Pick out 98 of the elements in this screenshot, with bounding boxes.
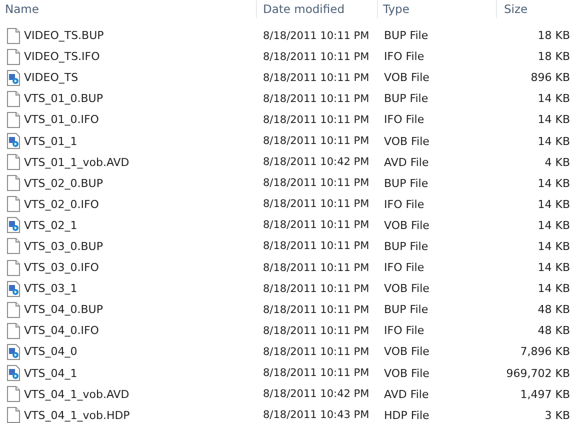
file-name[interactable]: VIDEO_TS: [24, 71, 78, 84]
date-modified: 8/18/2011 10:11 PM: [263, 240, 370, 252]
file-name[interactable]: VTS_01_1_vob.AVD: [24, 156, 130, 169]
date-modified: 8/18/2011 10:11 PM: [263, 72, 370, 84]
column-header[interactable]: Type: [383, 2, 410, 16]
file-size: 18 KB: [538, 50, 570, 64]
file-type: BUP File: [384, 240, 428, 253]
column-header[interactable]: Date modified: [263, 2, 344, 16]
file-type: BUP File: [384, 29, 428, 42]
document-icon: [7, 238, 20, 254]
file-size: 18 KB: [538, 29, 570, 42]
file-size: 14 KB: [538, 198, 570, 211]
date-modified: 8/18/2011 10:11 PM: [263, 135, 370, 148]
file-name[interactable]: VTS_01_0.BUP: [24, 92, 103, 106]
date-modified: 8/18/2011 10:43 PM: [263, 409, 370, 422]
file-size: 1,497 KB: [520, 388, 570, 401]
date-modified: 8/18/2011 10:11 PM: [263, 198, 370, 210]
document-icon: [7, 386, 20, 402]
file-name[interactable]: VTS_01_0.IFO: [24, 113, 99, 126]
column-header[interactable]: Size: [504, 2, 528, 16]
file-size: 14 KB: [538, 261, 570, 274]
file-type: AVD File: [384, 156, 429, 169]
file-name[interactable]: VTS_03_1: [24, 282, 78, 296]
file-size: 7,896 KB: [520, 345, 570, 358]
document-icon: [7, 28, 20, 44]
file-name[interactable]: VTS_02_0.IFO: [24, 198, 99, 211]
file-size: 48 KB: [538, 324, 570, 338]
file-name[interactable]: VIDEO_TS.BUP: [24, 29, 104, 42]
file-type: VOB File: [384, 218, 430, 232]
document-icon: [7, 48, 20, 65]
column-header[interactable]: Name: [5, 2, 39, 16]
file-type: HDP File: [384, 408, 430, 422]
document-icon: [7, 196, 20, 212]
file-name[interactable]: VTS_03_0.IFO: [24, 261, 99, 274]
media-file-icon: [7, 344, 20, 360]
file-type: AVD File: [384, 388, 429, 401]
date-modified: 8/18/2011 10:42 PM: [263, 156, 370, 168]
file-name[interactable]: VTS_02_1: [24, 218, 78, 232]
file-type: IFO File: [384, 50, 424, 64]
file-name[interactable]: VTS_04_1: [24, 366, 78, 380]
file-size: 14 KB: [538, 218, 570, 232]
file-size: 14 KB: [538, 240, 570, 253]
file-size: 14 KB: [538, 113, 570, 126]
document-icon: [7, 322, 20, 339]
file-name[interactable]: VTS_04_0: [24, 345, 78, 358]
file-size: 14 KB: [538, 176, 570, 190]
date-modified: 8/18/2011 10:11 PM: [263, 282, 370, 295]
document-icon: [7, 175, 20, 192]
file-type: BUP File: [384, 303, 428, 316]
file-type: VOB File: [384, 345, 430, 358]
file-name[interactable]: VTS_02_0.BUP: [24, 176, 103, 190]
date-modified: 8/18/2011 10:11 PM: [263, 92, 370, 105]
file-type: VOB File: [384, 282, 430, 296]
file-size: 969,702 KB: [506, 366, 570, 380]
file-type: IFO File: [384, 113, 424, 126]
file-size: 14 KB: [538, 282, 570, 296]
file-size: 896 KB: [530, 71, 570, 84]
file-type: BUP File: [384, 176, 428, 190]
file-name[interactable]: VIDEO_TS.IFO: [24, 50, 100, 64]
date-modified: 8/18/2011 10:11 PM: [263, 177, 370, 190]
date-modified: 8/18/2011 10:11 PM: [263, 114, 370, 126]
file-type: VOB File: [384, 134, 430, 148]
date-modified: 8/18/2011 10:11 PM: [263, 324, 370, 337]
file-name[interactable]: VTS_04_0.BUP: [24, 303, 103, 316]
date-modified: 8/18/2011 10:42 PM: [263, 388, 370, 400]
media-file-icon: [7, 217, 20, 234]
date-modified: 8/18/2011 10:11 PM: [263, 346, 370, 358]
document-icon: [7, 154, 20, 170]
document-icon: [7, 90, 20, 107]
document-icon: [7, 260, 20, 276]
document-icon: [7, 302, 20, 318]
file-name[interactable]: VTS_01_1: [24, 134, 78, 148]
file-name[interactable]: VTS_03_0.BUP: [24, 240, 103, 253]
file-type: IFO File: [384, 198, 424, 211]
file-name[interactable]: VTS_04_1_vob.AVD: [24, 388, 130, 401]
file-size: 48 KB: [538, 303, 570, 316]
file-size: 14 KB: [538, 92, 570, 106]
file-name[interactable]: VTS_04_0.IFO: [24, 324, 99, 338]
file-size: 14 KB: [538, 134, 570, 148]
date-modified: 8/18/2011 10:11 PM: [263, 30, 370, 42]
file-type: VOB File: [384, 71, 430, 84]
date-modified: 8/18/2011 10:11 PM: [263, 304, 370, 316]
date-modified: 8/18/2011 10:11 PM: [263, 262, 370, 274]
file-name[interactable]: VTS_04_1_vob.HDP: [24, 408, 130, 422]
document-icon: [7, 112, 20, 128]
file-type: VOB File: [384, 366, 430, 380]
date-modified: 8/18/2011 10:11 PM: [263, 219, 370, 232]
media-file-icon: [7, 133, 20, 150]
date-modified: 8/18/2011 10:11 PM: [263, 367, 370, 380]
media-file-icon: [7, 365, 20, 382]
file-type: BUP File: [384, 92, 428, 106]
date-modified: 8/18/2011 10:11 PM: [263, 50, 370, 63]
media-file-icon: [7, 70, 20, 86]
file-size: 3 KB: [544, 408, 570, 422]
file-type: IFO File: [384, 324, 424, 338]
file-type: IFO File: [384, 261, 424, 274]
file-size: 4 KB: [544, 156, 570, 169]
media-file-icon: [7, 280, 20, 297]
